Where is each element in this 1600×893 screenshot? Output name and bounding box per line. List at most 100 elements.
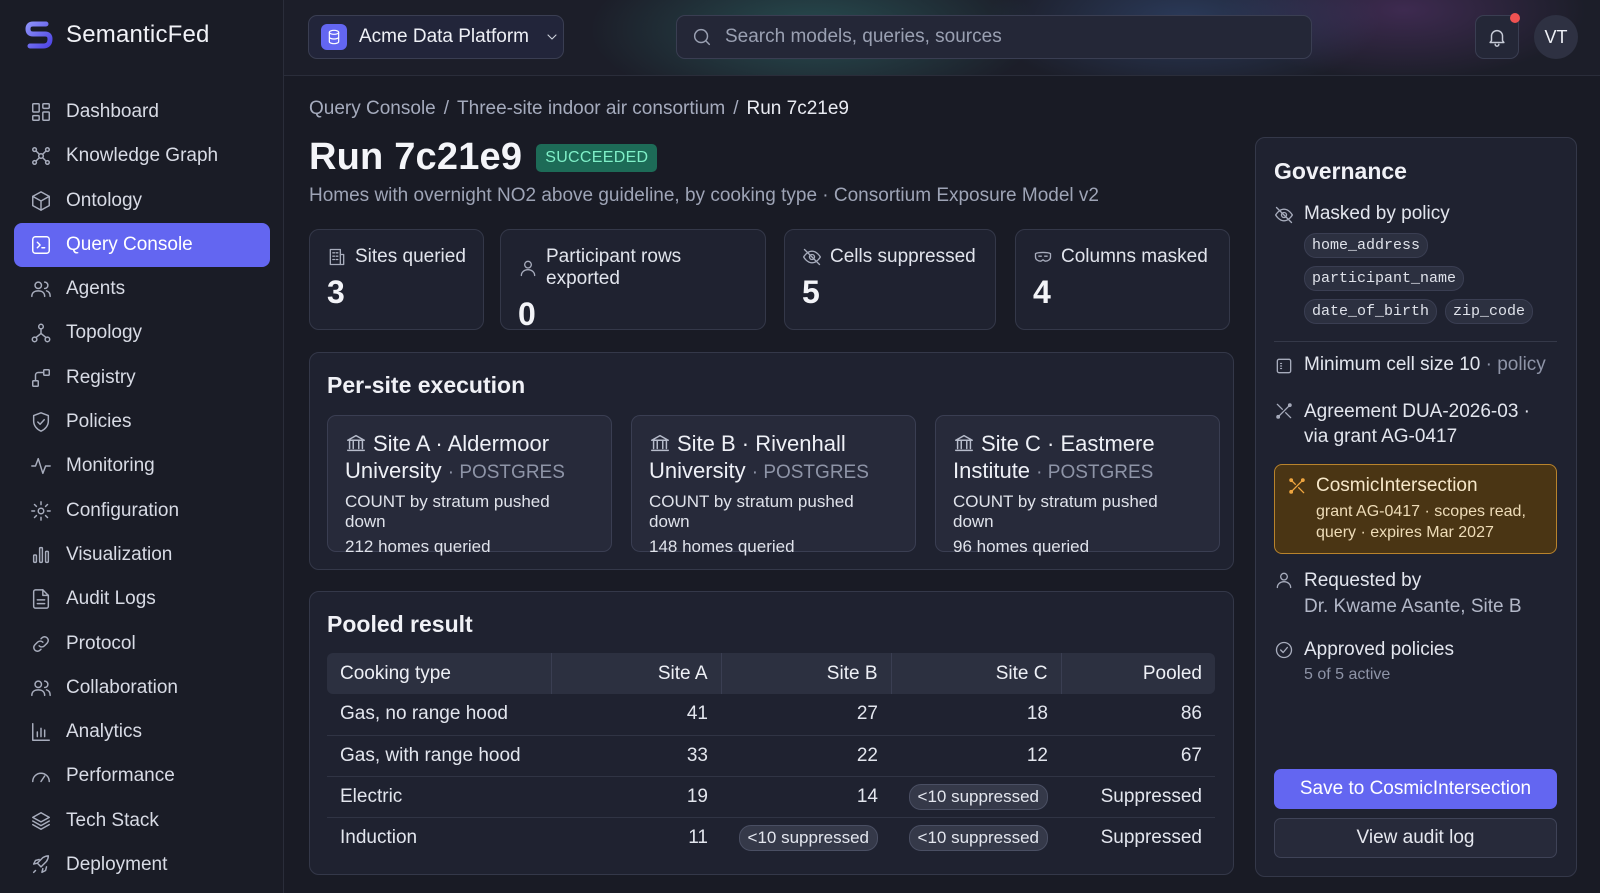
sidebar-item-audit-logs[interactable]: Audit Logs	[14, 577, 270, 621]
grant-card[interactable]: CosmicIntersection grant AG-0417 · scope…	[1274, 464, 1557, 554]
cell: Suppressed	[1061, 776, 1215, 818]
grant-line: grant AG-0417 · scopes read,	[1316, 503, 1526, 520]
sidebar-item-topology[interactable]: Topology	[14, 311, 270, 355]
approved-label: Approved policies	[1304, 639, 1454, 660]
link-icon	[30, 633, 52, 655]
brand[interactable]: SemanticFed	[24, 20, 210, 50]
sidebar-item-label: Analytics	[66, 721, 143, 743]
column-header[interactable]: Cooking type	[327, 653, 552, 694]
cell: Induction	[340, 826, 418, 848]
site-db-type: · POSTGRES	[1036, 462, 1154, 483]
sidebar-item-deployment[interactable]: Deployment	[14, 843, 270, 887]
layers-icon	[30, 810, 52, 832]
agreement: Agreement DUA-2026-03 · via grant AG-0417	[1274, 399, 1530, 449]
table-row: Gas, no range hood 41 27 18 86	[327, 694, 1215, 736]
sidebar-item-knowledge-graph[interactable]: Knowledge Graph	[14, 134, 270, 178]
save-to-cosmicintersection-button[interactable]: Save to CosmicIntersection	[1274, 769, 1557, 809]
cell: 67	[1061, 735, 1215, 777]
column-header[interactable]: Site B	[721, 653, 892, 694]
sidebar-item-agents[interactable]: Agents	[14, 267, 270, 311]
cell: 19	[551, 776, 721, 818]
workspace-switcher[interactable]: Acme Data Platform	[308, 15, 564, 59]
min-cell-size: Minimum cell size 10 · policy	[1274, 354, 1546, 376]
sidebar-item-configuration[interactable]: Configuration	[14, 489, 270, 533]
breadcrumb-link-consortium[interactable]: Three-site indoor air consortium	[457, 98, 725, 120]
sidebar-item-dashboard[interactable]: Dashboard	[14, 90, 270, 134]
shield-check-icon	[30, 411, 52, 433]
mask-icon	[1033, 247, 1053, 267]
analytics-icon	[30, 721, 52, 743]
sidebar-item-label: Protocol	[66, 632, 136, 654]
sidebar-item-query-console[interactable]: Query Console	[14, 222, 270, 267]
sidebar-item-policies[interactable]: Policies	[14, 400, 270, 444]
table-row: Gas, with range hood 33 22 12 67	[327, 735, 1215, 777]
sidebar-item-collaboration[interactable]: Collaboration	[14, 666, 270, 710]
governance-panel: Governance Masked by policy home_address…	[1255, 137, 1577, 877]
sidebar-item-visualization[interactable]: Visualization	[14, 533, 270, 577]
search-icon	[691, 26, 713, 48]
sidebar-nav: Dashboard Knowledge Graph Ontology Query…	[14, 90, 270, 887]
site-db-label: POSTGRES	[459, 462, 565, 483]
sidebar-item-monitoring[interactable]: Monitoring	[14, 444, 270, 488]
sidebar-item-label: Deployment	[66, 854, 168, 876]
notifications-button[interactable]	[1475, 13, 1520, 59]
site-db-label: POSTGRES	[1047, 462, 1154, 483]
search-bar[interactable]	[676, 15, 1312, 59]
graph-icon	[30, 145, 52, 167]
stat-participant-rows: Participant rows exported 0	[500, 229, 766, 332]
divider	[1274, 341, 1557, 342]
avatar[interactable]: VT	[1534, 15, 1578, 59]
registry-icon	[30, 367, 52, 389]
cell: 22	[721, 735, 891, 777]
site-card[interactable]: Site B · Rivenhall University · POSTGRES…	[631, 415, 916, 556]
stat-label: Cells suppressed	[830, 246, 976, 267]
sidebar-item-tech-stack[interactable]: Tech Stack	[14, 799, 270, 843]
sidebar-item-label: Query Console	[66, 233, 193, 255]
cell: 18	[891, 694, 1061, 736]
sidebar-item-label: Collaboration	[66, 676, 178, 698]
view-audit-log-button[interactable]: View audit log	[1274, 818, 1557, 858]
min-cell-label: Minimum cell size 10	[1304, 354, 1481, 375]
panel-title: Pooled result	[327, 611, 473, 637]
breadcrumb-link-query-console[interactable]: Query Console	[309, 98, 436, 120]
site-card[interactable]: Site A · Aldermoor University · POSTGRES…	[327, 415, 612, 556]
stat-sites-queried: Sites queried 3	[309, 229, 484, 330]
cell: 86	[1061, 694, 1215, 736]
rocket-icon	[30, 854, 52, 876]
title-row: Run 7c21e9 SUCCEEDED	[309, 136, 658, 179]
approved-count: 5 of 5 active	[1304, 666, 1391, 683]
building-icon	[327, 247, 347, 267]
column-header[interactable]: Pooled	[1061, 653, 1215, 694]
bell-icon	[1486, 26, 1508, 48]
sidebar: SemanticFed Dashboard Knowledge Graph On…	[0, 0, 284, 893]
column-header[interactable]: Site C	[891, 653, 1062, 694]
sidebar-item-label: Visualization	[66, 543, 173, 565]
intersection-icon	[1287, 476, 1307, 496]
cell: <10 suppressed	[891, 776, 1061, 818]
column-header[interactable]: Site A	[551, 653, 722, 694]
site-db-type: · POSTGRES	[447, 462, 565, 483]
masked-column-tag: date_of_birth	[1304, 299, 1438, 324]
activity-icon	[30, 455, 52, 477]
stat-value: 4	[1033, 274, 1051, 310]
table-row: Electric 19 14 <10 suppressed Suppressed	[327, 776, 1215, 818]
sidebar-item-performance[interactable]: Performance	[14, 754, 270, 798]
dashboard-icon	[30, 101, 52, 123]
chevron-down-icon	[541, 26, 563, 48]
search-input[interactable]	[725, 26, 1285, 48]
per-site-panel: Per-site execution Site A · Aldermoor Un…	[309, 352, 1234, 570]
agreement-text: Agreement DUA-2026-03 · via grant AG-0417	[1304, 399, 1530, 449]
sidebar-item-analytics[interactable]: Analytics	[14, 710, 270, 754]
grid-icon	[1274, 356, 1294, 376]
agreement-line: via grant AG-0417	[1304, 426, 1458, 447]
masked-by-policy: Masked by policy	[1274, 203, 1450, 225]
topology-icon	[30, 322, 52, 344]
team-icon	[30, 677, 52, 699]
table-row: Induction 11 <10 suppressed <10 suppress…	[327, 817, 1215, 858]
grant-title: CosmicIntersection	[1316, 475, 1478, 496]
sidebar-item-protocol[interactable]: Protocol	[14, 622, 270, 666]
sidebar-item-registry[interactable]: Registry	[14, 356, 270, 400]
workspace-name: Acme Data Platform	[359, 26, 529, 47]
sidebar-item-ontology[interactable]: Ontology	[14, 179, 270, 223]
site-card[interactable]: Site C · Eastmere Institute · POSTGRES C…	[935, 415, 1220, 556]
